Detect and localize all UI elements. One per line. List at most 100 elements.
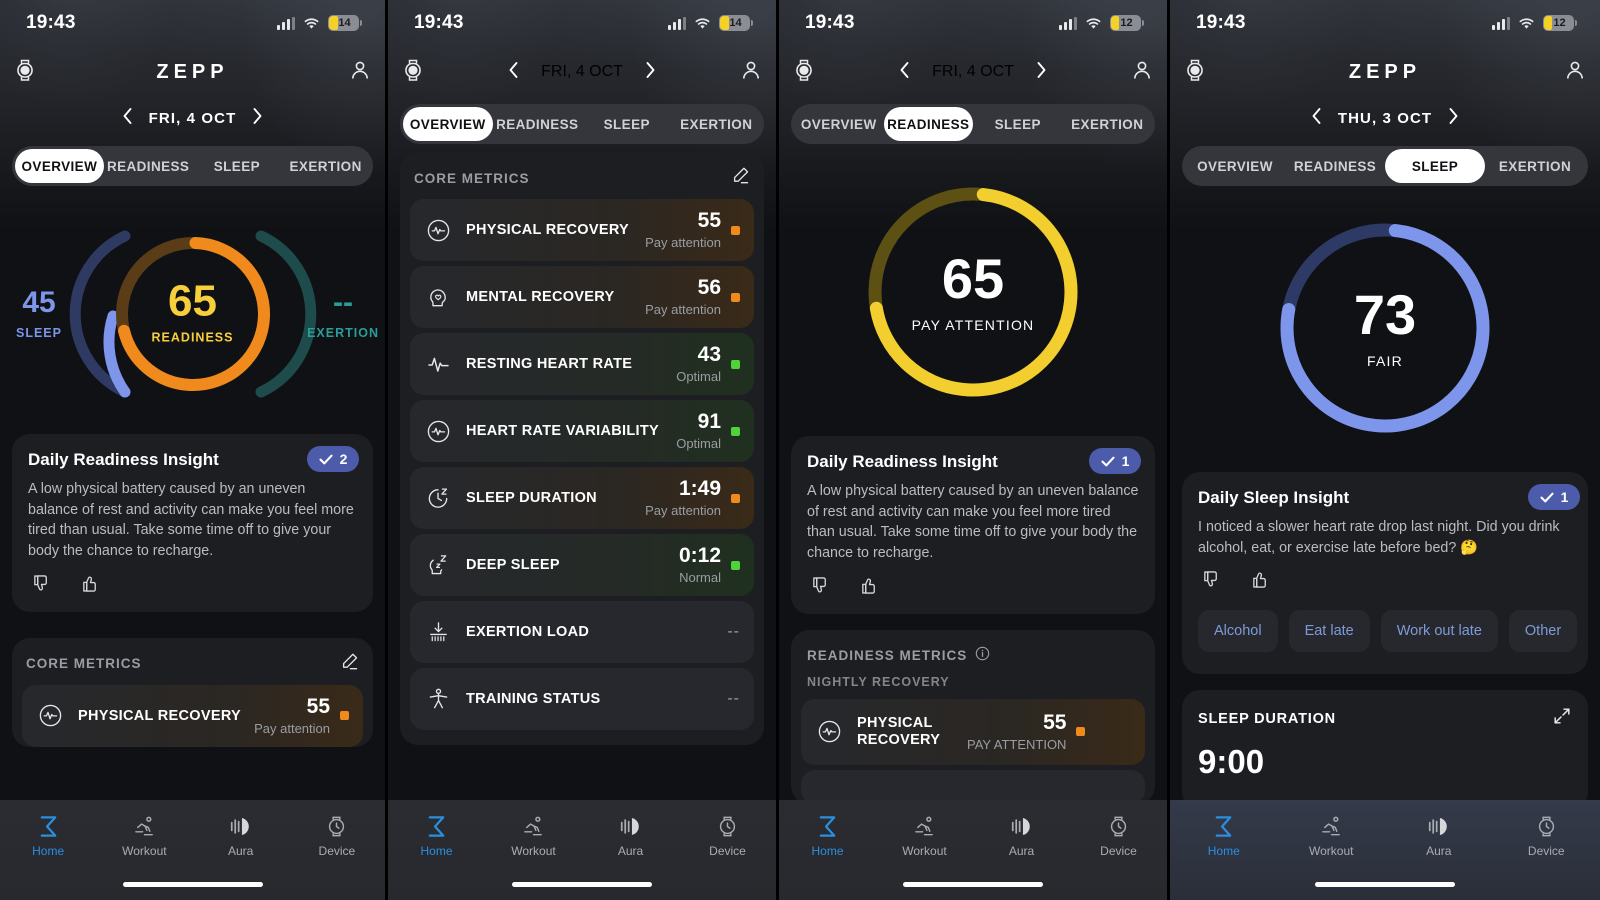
tab-readiness[interactable]: READINESS — [1285, 149, 1385, 183]
table-row[interactable]: EXERTION LOAD -- — [410, 601, 754, 663]
insight-badge-count: 2 — [339, 451, 348, 467]
tab-exertion[interactable]: EXERTION — [672, 107, 762, 141]
daily-sleep-insight-card[interactable]: 1 Daily Sleep Insight I noticed a slower… — [1182, 472, 1588, 675]
insight-badge[interactable]: 1 — [1089, 448, 1141, 474]
nav-home[interactable]: Home — [779, 814, 876, 858]
tab-sleep[interactable]: SLEEP — [1385, 149, 1485, 183]
table-row[interactable]: TRAINING STATUS -- — [410, 668, 754, 730]
watch-icon[interactable] — [402, 57, 424, 88]
watch-icon[interactable] — [1184, 57, 1206, 88]
tab-bar: OVERVIEW READINESS SLEEP EXERTION — [400, 104, 764, 144]
watch-icon[interactable] — [14, 57, 36, 88]
next-day-button[interactable] — [645, 61, 656, 84]
tab-readiness[interactable]: READINESS — [104, 149, 193, 183]
nav-aura[interactable]: Aura — [973, 814, 1070, 858]
nav-workout[interactable]: Workout — [485, 814, 582, 858]
tab-readiness[interactable]: READINESS — [493, 107, 583, 141]
readiness-ring[interactable]: 65 PAY ATTENTION — [779, 158, 1167, 426]
profile-icon[interactable] — [740, 59, 762, 86]
pencil-icon[interactable] — [731, 166, 750, 190]
overview-content: 2 Daily Readiness Insight A low physical… — [0, 434, 385, 747]
table-row[interactable]: DEEP SLEEP 0:12 Normal — [410, 534, 754, 596]
thumbs-down-icon[interactable] — [32, 574, 51, 598]
chip-other[interactable]: Other — [1508, 610, 1578, 653]
table-row[interactable]: PHYSICAL RECOVERY 55 Pay attention — [410, 199, 754, 261]
tab-sleep[interactable]: SLEEP — [193, 149, 282, 183]
next-day-button[interactable] — [1036, 61, 1047, 84]
prev-day-button[interactable] — [508, 61, 519, 84]
watch-icon[interactable] — [793, 57, 815, 88]
tab-readiness[interactable]: READINESS — [883, 107, 973, 141]
overview-readiness-stat[interactable]: 65 READINESS — [152, 279, 234, 345]
sleep-content: 1 Daily Sleep Insight I noticed a slower… — [1170, 472, 1600, 811]
tab-exertion[interactable]: EXERTION — [281, 149, 370, 183]
thumbs-down-icon[interactable] — [1202, 570, 1221, 594]
insight-badge[interactable]: 1 — [1528, 484, 1580, 510]
nav-device[interactable]: Device — [1493, 814, 1600, 858]
expand-icon[interactable] — [1552, 706, 1572, 731]
nav-home[interactable]: Home — [1170, 814, 1278, 858]
metric-value: -- — [727, 623, 740, 640]
nav-workout[interactable]: Workout — [876, 814, 973, 858]
table-row[interactable]: RESTING HEART RATE 43 Optimal — [410, 333, 754, 395]
nav-device-label: Device — [318, 844, 356, 858]
table-row[interactable]: HEART RATE VARIABILITY 91 Optimal — [410, 400, 754, 462]
nav-workout[interactable]: Workout — [1278, 814, 1386, 858]
tab-exertion[interactable]: EXERTION — [1063, 107, 1153, 141]
profile-icon[interactable] — [1131, 59, 1153, 86]
tab-overview[interactable]: OVERVIEW — [403, 107, 493, 141]
nav-device[interactable]: Device — [289, 814, 385, 858]
overview-exertion-stat[interactable]: -- EXERTION — [307, 288, 379, 341]
tab-sleep[interactable]: SLEEP — [582, 107, 672, 141]
nav-device[interactable]: Device — [1070, 814, 1167, 858]
overview-sleep-stat[interactable]: 45 SLEEP — [16, 288, 62, 341]
chip-alcohol[interactable]: Alcohol — [1198, 610, 1278, 653]
tab-exertion[interactable]: EXERTION — [1485, 149, 1585, 183]
wifi-icon — [1518, 17, 1535, 30]
nav-aura[interactable]: Aura — [582, 814, 679, 858]
next-day-button[interactable] — [1448, 107, 1459, 130]
overview-sleep-label: SLEEP — [16, 326, 62, 340]
info-icon[interactable] — [975, 646, 990, 666]
status-icons: 12 — [1059, 15, 1144, 31]
thumbs-up-icon[interactable] — [860, 576, 879, 600]
table-row[interactable] — [801, 769, 1145, 804]
tab-overview[interactable]: OVERVIEW — [1185, 149, 1285, 183]
tab-overview[interactable]: OVERVIEW — [794, 107, 884, 141]
pencil-icon[interactable] — [340, 652, 359, 676]
prev-day-button[interactable] — [1311, 107, 1322, 130]
nav-home[interactable]: Home — [0, 814, 96, 858]
next-day-button[interactable] — [252, 107, 263, 130]
tab-overview[interactable]: OVERVIEW — [15, 149, 104, 183]
table-row[interactable]: PHYSICAL RECOVERY 55 Pay attention — [22, 684, 363, 747]
nav-workout[interactable]: Workout — [96, 814, 192, 858]
table-row[interactable]: MENTAL RECOVERY 56 Pay attention — [410, 266, 754, 328]
table-row[interactable]: PHYSICAL RECOVERY 55 PAY ATTENTION — [801, 698, 1145, 765]
nav-home[interactable]: Home — [388, 814, 485, 858]
sleep-ring[interactable]: 73 FAIR — [1170, 194, 1600, 462]
metric-value: 56 — [697, 276, 721, 299]
cellular-icon — [1492, 16, 1510, 30]
chip-eat-late[interactable]: Eat late — [1288, 610, 1370, 653]
thumbs-down-icon[interactable] — [811, 576, 830, 600]
prev-day-button[interactable] — [899, 61, 910, 84]
daily-readiness-insight-card[interactable]: 2 Daily Readiness Insight A low physical… — [12, 434, 373, 612]
profile-icon[interactable] — [1564, 59, 1586, 86]
nav-device[interactable]: Device — [679, 814, 776, 858]
nav-aura[interactable]: Aura — [1385, 814, 1493, 858]
sleep-label: FAIR — [1367, 353, 1403, 369]
table-row[interactable]: SLEEP DURATION 1:49 Pay attention — [410, 467, 754, 529]
chip-work-out-late[interactable]: Work out late — [1380, 610, 1498, 653]
daily-readiness-insight-card[interactable]: 1 Daily Readiness Insight A low physical… — [791, 436, 1155, 614]
sleep-duration-card[interactable]: SLEEP DURATION 9:00 — [1182, 690, 1588, 811]
insight-badge[interactable]: 2 — [307, 446, 359, 472]
profile-icon[interactable] — [349, 59, 371, 86]
nav-device-label: Device — [1100, 844, 1137, 858]
phone-screen-readiness: 19:43 12 FRI, 4 OCT OVERVIEW READINESS S… — [779, 0, 1167, 900]
nav-device-label: Device — [1527, 844, 1565, 858]
nav-aura[interactable]: Aura — [193, 814, 289, 858]
thumbs-up-icon[interactable] — [1251, 570, 1270, 594]
thumbs-up-icon[interactable] — [81, 574, 100, 598]
tab-sleep[interactable]: SLEEP — [973, 107, 1063, 141]
prev-day-button[interactable] — [122, 107, 133, 130]
